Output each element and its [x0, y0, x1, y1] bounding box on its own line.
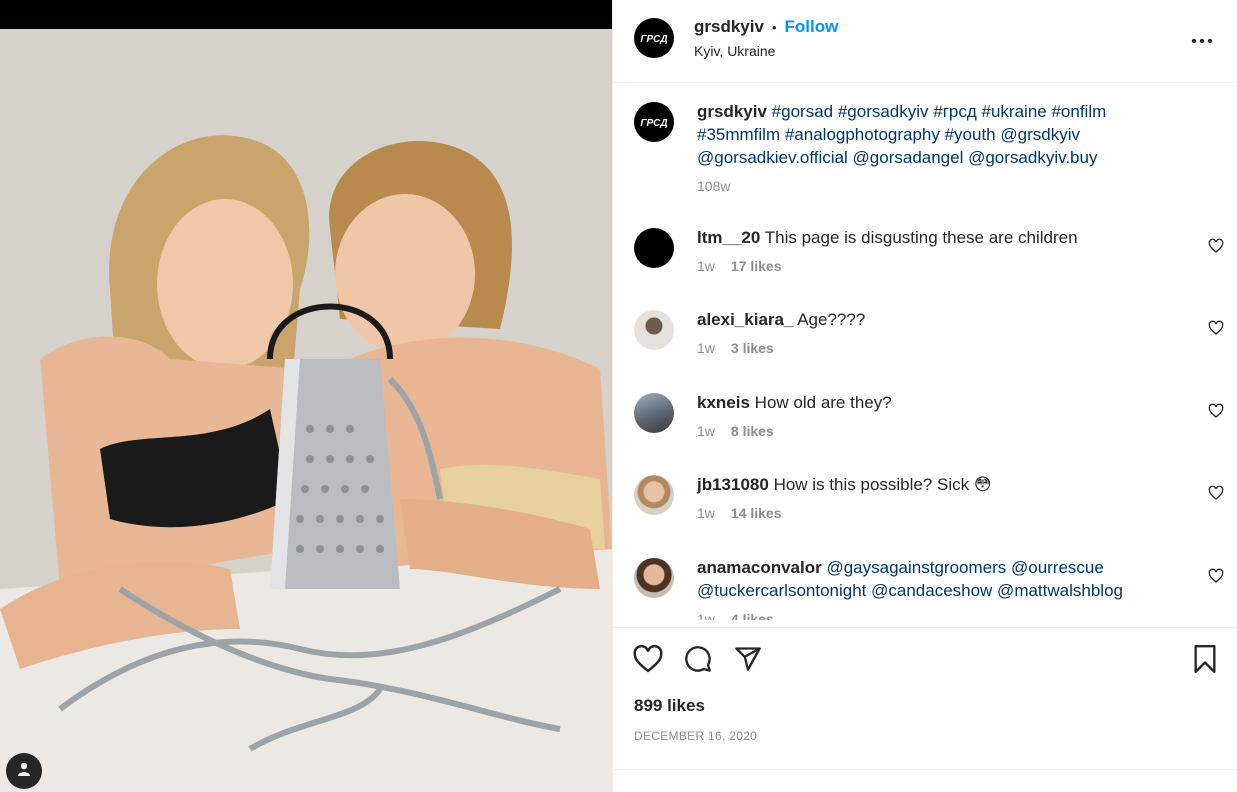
- caption-meta: 108w: [697, 175, 1167, 198]
- user-tag-icon: [16, 761, 32, 782]
- comment-likes[interactable]: 3 likes: [731, 337, 774, 360]
- comment-username[interactable]: kxneis: [697, 393, 750, 412]
- post-media-pane: [0, 0, 612, 792]
- comment-like-button[interactable]: [1208, 320, 1224, 336]
- comment-likes[interactable]: 4 likes: [731, 608, 774, 620]
- header-names: grsdkyiv • Follow Kyiv, Ukraine: [694, 17, 838, 59]
- comment-text: Age????: [797, 310, 866, 329]
- commenter-avatar[interactable]: [634, 310, 674, 350]
- comment-time[interactable]: 1w: [697, 420, 715, 443]
- heart-icon: [633, 644, 663, 678]
- author-username[interactable]: grsdkyiv: [694, 17, 764, 37]
- likes-count[interactable]: 899 likes: [634, 696, 705, 716]
- comment-meta: 1w 17 likes: [697, 255, 1167, 278]
- post-date[interactable]: DECEMBER 16, 2020: [634, 729, 757, 743]
- comment-meta: 1w 8 likes: [697, 420, 1167, 443]
- caption-time[interactable]: 108w: [697, 175, 730, 198]
- comment-like-button[interactable]: [1208, 568, 1224, 584]
- post-header: ГРСД grsdkyiv • Follow Kyiv, Ukraine: [613, 0, 1237, 83]
- post-actions: 899 likes DECEMBER 16, 2020: [613, 627, 1237, 769]
- heart-icon: [1208, 238, 1224, 258]
- caption-username[interactable]: grsdkyiv: [697, 102, 767, 121]
- comment-meta: 1w 4 likes: [697, 608, 1167, 620]
- comment-body: alexi_kiara_ Age???? 1w 3 likes: [697, 308, 1167, 360]
- more-options-icon: [1191, 31, 1213, 49]
- caption-body: grsdkyiv #gorsad #gorsadkyiv #грсд #ukra…: [697, 100, 1167, 198]
- comment-like-button[interactable]: [1208, 238, 1224, 254]
- heart-icon: [1208, 485, 1224, 505]
- comment-like-button[interactable]: [1208, 403, 1224, 419]
- media-letterbox: [0, 0, 612, 29]
- header-title-row: grsdkyiv • Follow: [694, 17, 838, 37]
- commenter-avatar[interactable]: [634, 558, 674, 598]
- comment-like-button[interactable]: [1208, 485, 1224, 501]
- comment-text: How old are they?: [754, 393, 892, 412]
- comment-username[interactable]: ltm__20: [697, 228, 760, 247]
- like-button[interactable]: [633, 644, 663, 678]
- caption-avatar[interactable]: ГРСД: [634, 102, 674, 142]
- author-avatar[interactable]: ГРСД: [634, 18, 674, 58]
- post-photo[interactable]: [0, 29, 612, 792]
- comment-text: This page is disgusting these are childr…: [764, 228, 1078, 247]
- comment-time[interactable]: 1w: [697, 608, 715, 620]
- comment-body: anamaconvalor @gaysagainstgroomers @ourr…: [697, 556, 1167, 620]
- heart-icon: [1208, 403, 1224, 423]
- svg-text:ГРСД: ГРСД: [640, 34, 667, 45]
- comment-username[interactable]: jb131080: [697, 475, 769, 494]
- comment-meta: 1w 14 likes: [697, 502, 1167, 525]
- commenter-avatar[interactable]: [634, 475, 674, 515]
- post-details-panel: ГРСД grsdkyiv • Follow Kyiv, Ukraine ГРС…: [612, 0, 1237, 792]
- comments-list[interactable]: ГРСД grsdkyiv #gorsad #gorsadkyiv #грсд …: [613, 84, 1237, 620]
- tagged-users-button[interactable]: [6, 753, 42, 789]
- comment-button[interactable]: [683, 645, 713, 678]
- svg-text:ГРСД: ГРСД: [640, 118, 667, 129]
- bookmark-icon: [1193, 644, 1217, 678]
- comment-likes[interactable]: 14 likes: [731, 502, 782, 525]
- commenter-avatar[interactable]: [634, 393, 674, 433]
- comment-time[interactable]: 1w: [697, 337, 715, 360]
- heart-icon: [1208, 320, 1224, 340]
- commenter-avatar[interactable]: [634, 228, 674, 268]
- comment-body: kxneis How old are they? 1w 8 likes: [697, 391, 1167, 443]
- heart-icon: [1208, 568, 1224, 588]
- follow-button[interactable]: Follow: [785, 17, 839, 37]
- divider: [613, 769, 1237, 770]
- share-button[interactable]: [733, 646, 763, 676]
- comment-likes[interactable]: 8 likes: [731, 420, 774, 443]
- comment-meta: 1w 3 likes: [697, 337, 1167, 360]
- comment-time[interactable]: 1w: [697, 255, 715, 278]
- comment-text: How is this possible? Sick 😳: [773, 475, 992, 494]
- comment-username[interactable]: alexi_kiara_: [697, 310, 793, 329]
- comment-icon: [684, 645, 712, 678]
- location-link[interactable]: Kyiv, Ukraine: [694, 43, 838, 59]
- comment-username[interactable]: anamaconvalor: [697, 558, 822, 577]
- save-button[interactable]: [1190, 644, 1220, 678]
- separator-dot: •: [771, 19, 777, 35]
- share-icon: [734, 645, 762, 678]
- comment-body: jb131080 How is this possible? Sick 😳 1w…: [697, 473, 1167, 525]
- comment-likes[interactable]: 17 likes: [731, 255, 782, 278]
- comment-time[interactable]: 1w: [697, 502, 715, 525]
- comment-body: ltm__20 This page is disgusting these ar…: [697, 226, 1167, 278]
- more-options-button[interactable]: [1190, 28, 1214, 52]
